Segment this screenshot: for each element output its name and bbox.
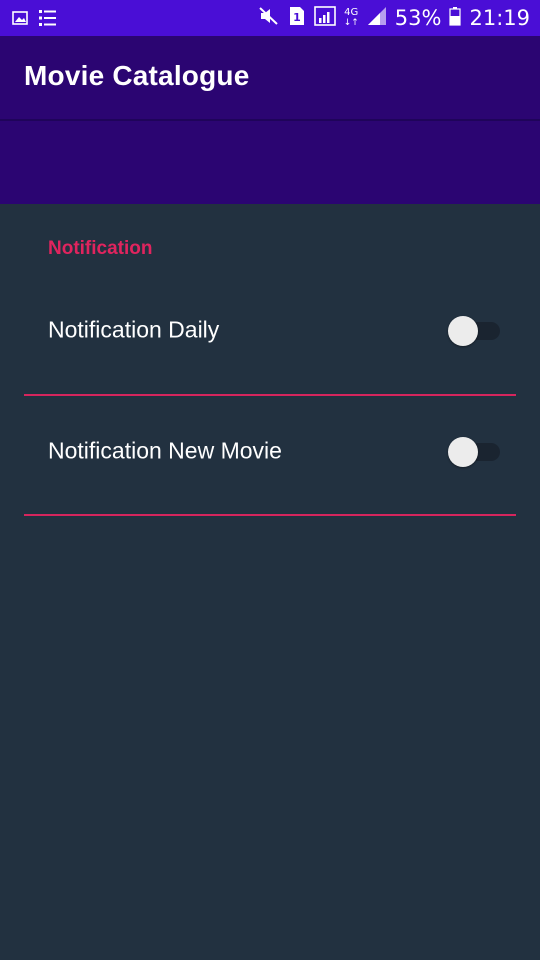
preference-row-notification-new-movie[interactable]: Notification New Movie — [0, 411, 540, 491]
preference-row-notification-daily[interactable]: Notification Daily — [0, 290, 540, 370]
battery-percent: 53% — [394, 6, 442, 30]
mute-icon — [258, 6, 280, 31]
signal-icon — [367, 6, 387, 31]
status-bar: 1 4G ↓↑ 53% 21:19 — [0, 0, 540, 36]
list-icon — [38, 9, 58, 32]
extended-header — [0, 121, 540, 204]
sim-icon: 1 — [288, 6, 306, 31]
preference-label: Notification New Movie — [48, 437, 282, 464]
preference-section-title: Notification — [48, 238, 153, 259]
battery-icon — [449, 6, 462, 31]
page-title: Movie Catalogue — [24, 60, 250, 91]
sim-slot-text: 1 — [293, 11, 301, 24]
preference-label: Notification Daily — [48, 316, 220, 343]
notification-new-movie-switch[interactable] — [448, 435, 502, 467]
divider — [24, 394, 516, 396]
wifi-calling-icon — [313, 5, 336, 31]
notification-daily-switch[interactable] — [448, 314, 502, 346]
network-4g-icon: 4G ↓↑ — [343, 7, 359, 29]
clock: 21:19 — [469, 6, 530, 30]
status-left-icons — [12, 9, 58, 32]
switch-thumb — [448, 437, 478, 467]
status-right-icons: 1 4G ↓↑ 53% 21:19 — [258, 0, 530, 36]
network-type-text: 4G — [344, 7, 359, 18]
divider — [24, 514, 516, 516]
app-toolbar: Movie Catalogue — [0, 36, 540, 120]
gallery-icon — [12, 10, 28, 31]
switch-thumb — [448, 316, 478, 346]
